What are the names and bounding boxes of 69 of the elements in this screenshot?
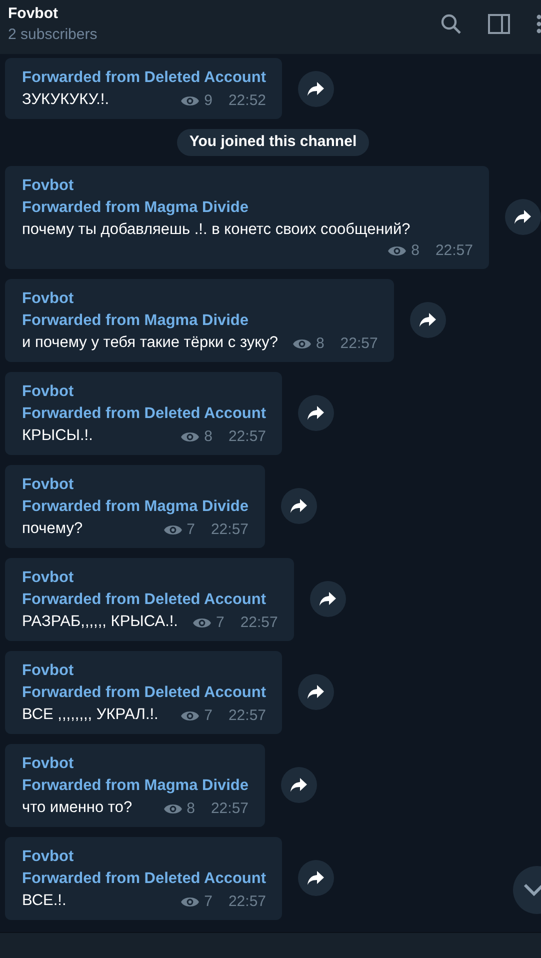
share-button[interactable] <box>280 767 317 803</box>
forwarded-label[interactable]: Forwarded from Deleted Account <box>22 67 266 89</box>
channel-title: Fovbot <box>8 4 59 24</box>
message-text: ВСЕ ,,,,,,,, УКРАЛ.!. <box>22 704 158 724</box>
sidebar-icon[interactable] <box>487 12 511 36</box>
message-text: почему? <box>22 518 83 538</box>
forwarded-label[interactable]: Forwarded from Deleted Account <box>22 588 278 610</box>
subscriber-count: 2 subscribers <box>8 25 98 45</box>
share-button[interactable] <box>298 860 334 896</box>
message-text: ЗУКУКУКУ.!. <box>22 90 110 110</box>
message-time: 22:57 <box>228 426 266 446</box>
message-text: и почему у тебя такие тёрки с зуку? <box>22 332 278 352</box>
message-text: КРЫСЫ.!. <box>22 426 93 446</box>
message-time: 22:57 <box>228 892 266 912</box>
share-icon <box>307 80 326 96</box>
sender-name: Fovbot <box>22 754 75 774</box>
share-icon <box>307 405 326 421</box>
view-count: 7 <box>186 520 195 540</box>
view-count: 7 <box>204 892 212 912</box>
message-time: 22:57 <box>340 334 378 354</box>
forwarded-label[interactable]: Forwarded from Deleted Account <box>22 868 266 890</box>
share-icon <box>514 209 532 225</box>
search-icon[interactable] <box>439 12 463 36</box>
sender-name: Fovbot <box>22 176 75 196</box>
message-text: что именно то? <box>22 798 132 818</box>
message-time: 22:57 <box>210 520 249 540</box>
share-icon <box>307 684 326 700</box>
message-text: ВСЕ.!. <box>22 890 66 910</box>
sender-name: Fovbot <box>22 846 75 866</box>
share-button[interactable] <box>298 674 334 710</box>
sender-name: Fovbot <box>22 568 75 588</box>
share-button[interactable] <box>410 302 446 338</box>
message-time: 22:57 <box>240 612 278 632</box>
sender-name: Fovbot <box>22 382 75 402</box>
view-count: 7 <box>216 612 224 632</box>
message-time: 22:57 <box>228 706 266 726</box>
share-icon <box>290 498 308 514</box>
message-time: 22:52 <box>228 91 266 111</box>
view-count: 8 <box>204 426 212 446</box>
message-time: 22:57 <box>210 798 249 818</box>
share-button[interactable] <box>505 199 541 235</box>
view-count: 8 <box>316 334 324 354</box>
share-icon <box>418 312 437 328</box>
forwarded-label[interactable]: Forwarded from Magma Divide <box>22 774 249 796</box>
share-icon <box>290 777 308 793</box>
more-icon[interactable] <box>535 12 541 36</box>
sender-name: Fovbot <box>22 474 75 494</box>
view-count: 8 <box>186 798 195 818</box>
sender-name: Fovbot <box>22 288 75 308</box>
share-button[interactable] <box>280 488 317 524</box>
message-time: 22:57 <box>435 240 473 260</box>
chevron-down-icon <box>523 883 541 897</box>
view-count: 8 <box>411 240 420 260</box>
view-count: 9 <box>204 91 212 111</box>
sender-name: Fovbot <box>22 660 75 680</box>
forwarded-label[interactable]: Forwarded from Deleted Account <box>22 682 266 704</box>
forwarded-label[interactable]: Forwarded from Magma Divide <box>22 496 249 518</box>
share-button[interactable] <box>310 581 346 617</box>
forwarded-label[interactable]: Forwarded from Deleted Account <box>22 402 266 424</box>
share-button[interactable] <box>298 395 334 431</box>
forwarded-label[interactable]: Forwarded from Magma Divide <box>22 310 378 332</box>
view-count: 7 <box>204 706 212 726</box>
message-text: РАЗРАБ,,,,,, КРЫСА.!. <box>22 612 178 632</box>
service-message: You joined this channel <box>177 129 369 156</box>
forwarded-label[interactable]: Forwarded from Magma Divide <box>22 196 473 218</box>
message-text: почему ты добавляешь .!. в конетс своих сообщений? <box>22 220 410 240</box>
share-icon <box>307 870 326 886</box>
share-icon <box>318 591 337 607</box>
share-button[interactable] <box>298 70 334 106</box>
